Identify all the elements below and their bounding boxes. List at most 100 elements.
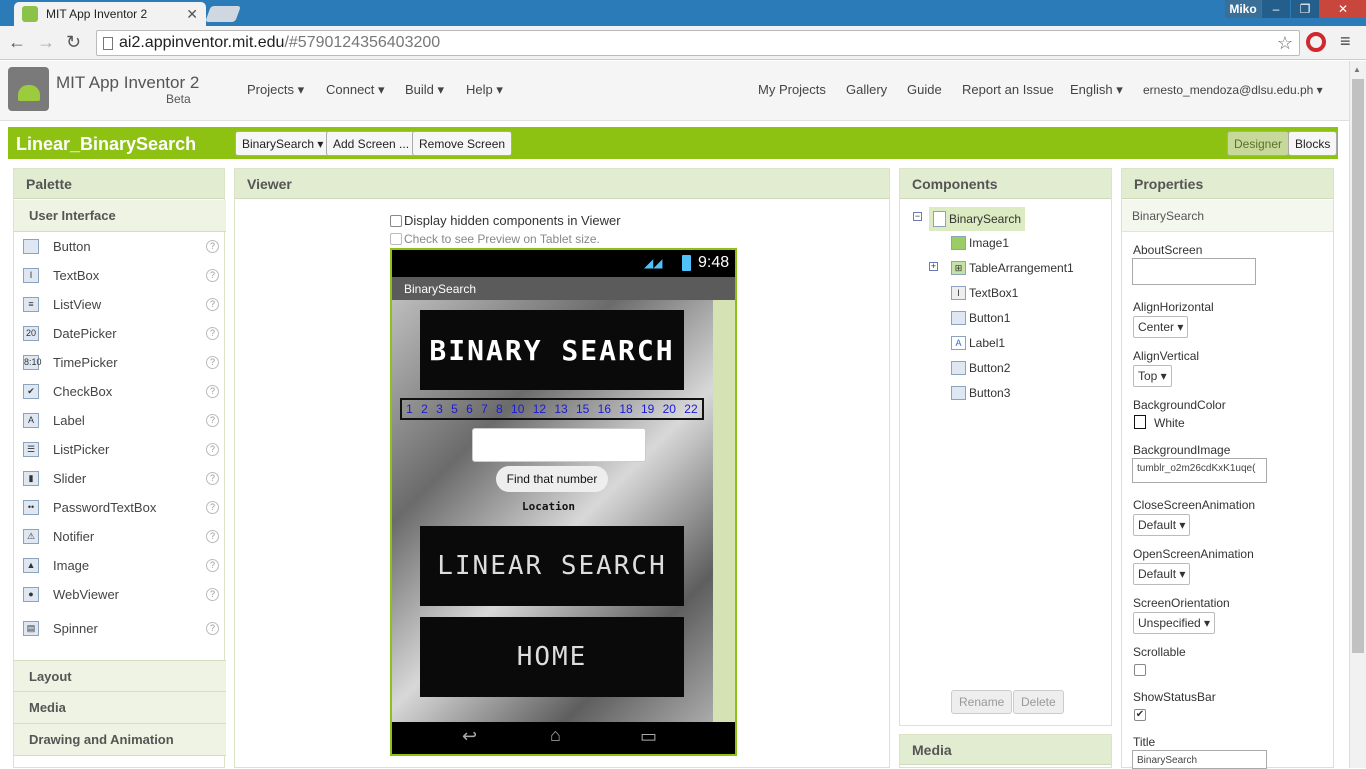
palette-item-datepicker[interactable]: 20 DatePicker? [14,319,226,348]
about-screen-input[interactable] [1132,258,1256,285]
tablet-preview-toggle[interactable]: Check to see Preview on Tablet size. [390,232,600,246]
palette-section-layout[interactable]: Layout [14,660,226,692]
collapse-icon[interactable]: − [913,212,922,221]
home-button[interactable]: HOME [420,617,684,697]
close-animation-select[interactable]: Default ▾ [1133,514,1191,536]
page-scrollbar[interactable]: ▲ [1349,61,1366,768]
palette-item-checkbox[interactable]: ✔ CheckBox? [14,377,226,406]
palette-item-textbox[interactable]: I TextBox? [14,261,226,290]
palette-item-label[interactable]: A Label? [14,406,226,435]
help-icon[interactable]: ? [206,443,219,456]
palette-item-spinner[interactable]: ▤ Spinner? [14,614,226,643]
help-icon[interactable]: ? [206,559,219,572]
browser-user-button[interactable]: Miko [1225,0,1261,18]
binary-search-banner[interactable]: BINARY SEARCH [420,310,684,390]
delete-button[interactable]: Delete [1013,690,1064,714]
forward-icon[interactable]: → [37,32,55,53]
menu-help[interactable]: Help ▾ [466,82,503,98]
tablet-preview-checkbox[interactable] [390,233,402,245]
palette-item-timepicker[interactable]: 8:10 TimePicker? [14,348,226,377]
restore-icon[interactable]: ❐ [1291,0,1319,18]
help-icon[interactable]: ? [206,530,219,543]
palette-item-slider[interactable]: ▮ Slider? [14,464,226,493]
open-animation-select[interactable]: Default ▾ [1133,563,1191,585]
account-menu[interactable]: ernesto_mendoza@dlsu.edu.ph ▾ [1143,83,1323,97]
palette-item-webviewer[interactable]: ● WebViewer? [14,580,226,609]
link-my-projects[interactable]: My Projects [758,82,826,97]
menu-projects[interactable]: Projects ▾ [247,82,304,98]
palette-item-button[interactable]: Button? [14,232,226,261]
opera-extension-icon[interactable] [1306,32,1326,52]
hidden-components-checkbox[interactable] [390,215,402,227]
background-color-swatch[interactable] [1134,415,1146,429]
screen-orientation-select[interactable]: Unspecified ▾ [1133,612,1216,634]
expand-icon[interactable]: + [929,262,938,271]
language-menu[interactable]: English ▾ [1070,82,1123,98]
tree-item-image1[interactable]: Image1 [951,236,1009,250]
hidden-components-toggle[interactable]: Display hidden components in Viewer [390,213,621,228]
numbers-table[interactable]: 1 2 3 5 6 7 8 10 12 13 15 16 18 19 20 22 [400,398,704,420]
android-back-icon[interactable]: ↩ [462,726,477,747]
tree-item-binarysearch[interactable]: BinarySearch [929,207,1025,231]
android-recents-icon[interactable]: ▭ [640,726,657,747]
tree-item-tablearrangement1[interactable]: ⊞ TableArrangement1 [951,261,1074,275]
minimize-icon[interactable]: – [1262,0,1290,18]
reload-icon[interactable]: ↻ [66,32,81,53]
palette-item-notifier[interactable]: ⚠ Notifier? [14,522,226,551]
align-horizontal-select[interactable]: Center ▾ [1133,316,1189,338]
help-icon[interactable]: ? [206,356,219,369]
tree-item-textbox1[interactable]: I TextBox1 [951,286,1018,300]
show-status-bar-checkbox[interactable]: ✔ [1134,709,1146,721]
browser-tab[interactable]: MIT App Inventor 2 ✕ [14,2,206,26]
close-tab-icon[interactable]: ✕ [186,6,198,23]
help-icon[interactable]: ? [206,385,219,398]
help-icon[interactable]: ? [206,298,219,311]
background-image-input[interactable]: tumblr_o2m26cdKxK1uqe( [1132,458,1267,483]
help-icon[interactable]: ? [206,472,219,485]
help-icon[interactable]: ? [206,588,219,601]
android-home-icon[interactable]: ⌂ [550,725,561,746]
title-input[interactable]: BinarySearch [1132,750,1267,769]
menu-connect[interactable]: Connect ▾ [326,82,385,98]
add-screen-button[interactable]: Add Screen ... [326,131,417,156]
help-icon[interactable]: ? [206,414,219,427]
address-bar[interactable]: ai2.appinventor.mit.edu/#579012435640320… [96,30,1300,56]
bookmark-star-icon[interactable]: ☆ [1277,33,1293,54]
help-icon[interactable]: ? [206,327,219,340]
tree-item-button3[interactable]: Button3 [951,386,1010,400]
linear-search-button[interactable]: LINEAR SEARCH [420,526,684,606]
app-inventor-logo[interactable] [8,67,49,111]
rename-button[interactable]: Rename [951,690,1013,714]
menu-build[interactable]: Build ▾ [405,82,444,98]
help-icon[interactable]: ? [206,501,219,514]
designer-button[interactable]: Designer [1227,131,1290,156]
palette-item-image[interactable]: ▲ Image? [14,551,226,580]
back-icon[interactable]: ← [8,32,26,53]
background-color-value[interactable]: White [1154,416,1185,430]
remove-screen-button[interactable]: Remove Screen [412,131,513,156]
link-guide[interactable]: Guide [907,82,942,97]
browser-menu-icon[interactable]: ≡ [1340,31,1351,52]
palette-item-listview[interactable]: ≡ ListView? [14,290,226,319]
tree-item-label1[interactable]: A Label1 [951,336,1005,350]
align-vertical-select[interactable]: Top ▾ [1133,365,1172,387]
help-icon[interactable]: ? [206,622,219,635]
scroll-up-icon[interactable]: ▲ [1353,65,1361,74]
number-textbox[interactable] [472,428,646,462]
blocks-button[interactable]: Blocks [1288,131,1338,156]
palette-section-user-interface[interactable]: User Interface [14,200,226,232]
phone-preview[interactable]: ◢◢ 9:48 BinarySearch BINARY SEARCH 12356… [390,248,737,756]
palette-section-drawing[interactable]: Drawing and Animation [14,724,226,756]
scrollable-checkbox[interactable] [1134,664,1146,676]
screen-select-button[interactable]: BinarySearch ▾ [235,131,331,156]
palette-item-passwordtextbox[interactable]: •• PasswordTextBox? [14,493,226,522]
link-gallery[interactable]: Gallery [846,82,887,97]
find-number-button[interactable]: Find that number [496,466,608,492]
scrollbar-thumb[interactable] [1352,79,1364,653]
help-icon[interactable]: ? [206,269,219,282]
link-report-issue[interactable]: Report an Issue [962,82,1054,97]
window-close-icon[interactable]: ✕ [1320,0,1366,18]
help-icon[interactable]: ? [206,240,219,253]
tree-item-button1[interactable]: Button1 [951,311,1010,325]
new-tab-button[interactable] [205,6,241,22]
